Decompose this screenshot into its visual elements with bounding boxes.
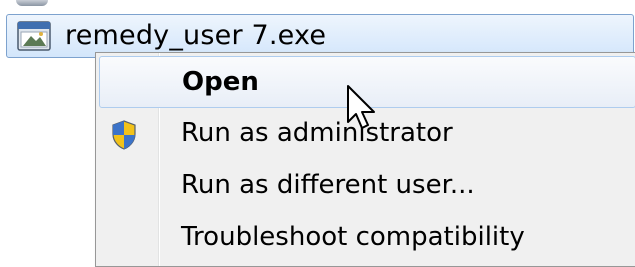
menu-item-label: Run as administrator (181, 118, 453, 148)
uac-shield-icon (112, 120, 136, 150)
menu-item-label: Run as different user... (181, 170, 475, 200)
menu-item-label: Open (182, 67, 259, 97)
menu-item-troubleshoot-compatibility[interactable]: Troubleshoot compatibility (99, 212, 635, 264)
menu-item-label: Troubleshoot compatibility (181, 222, 525, 252)
mouse-pointer-icon (347, 85, 375, 129)
file-name-label: remedy_user 7.exe (65, 20, 327, 51)
menu-item-run-as-different-user[interactable]: Run as different user... (99, 160, 635, 212)
partial-file-icon (16, 0, 48, 6)
application-exe-icon (17, 21, 51, 51)
